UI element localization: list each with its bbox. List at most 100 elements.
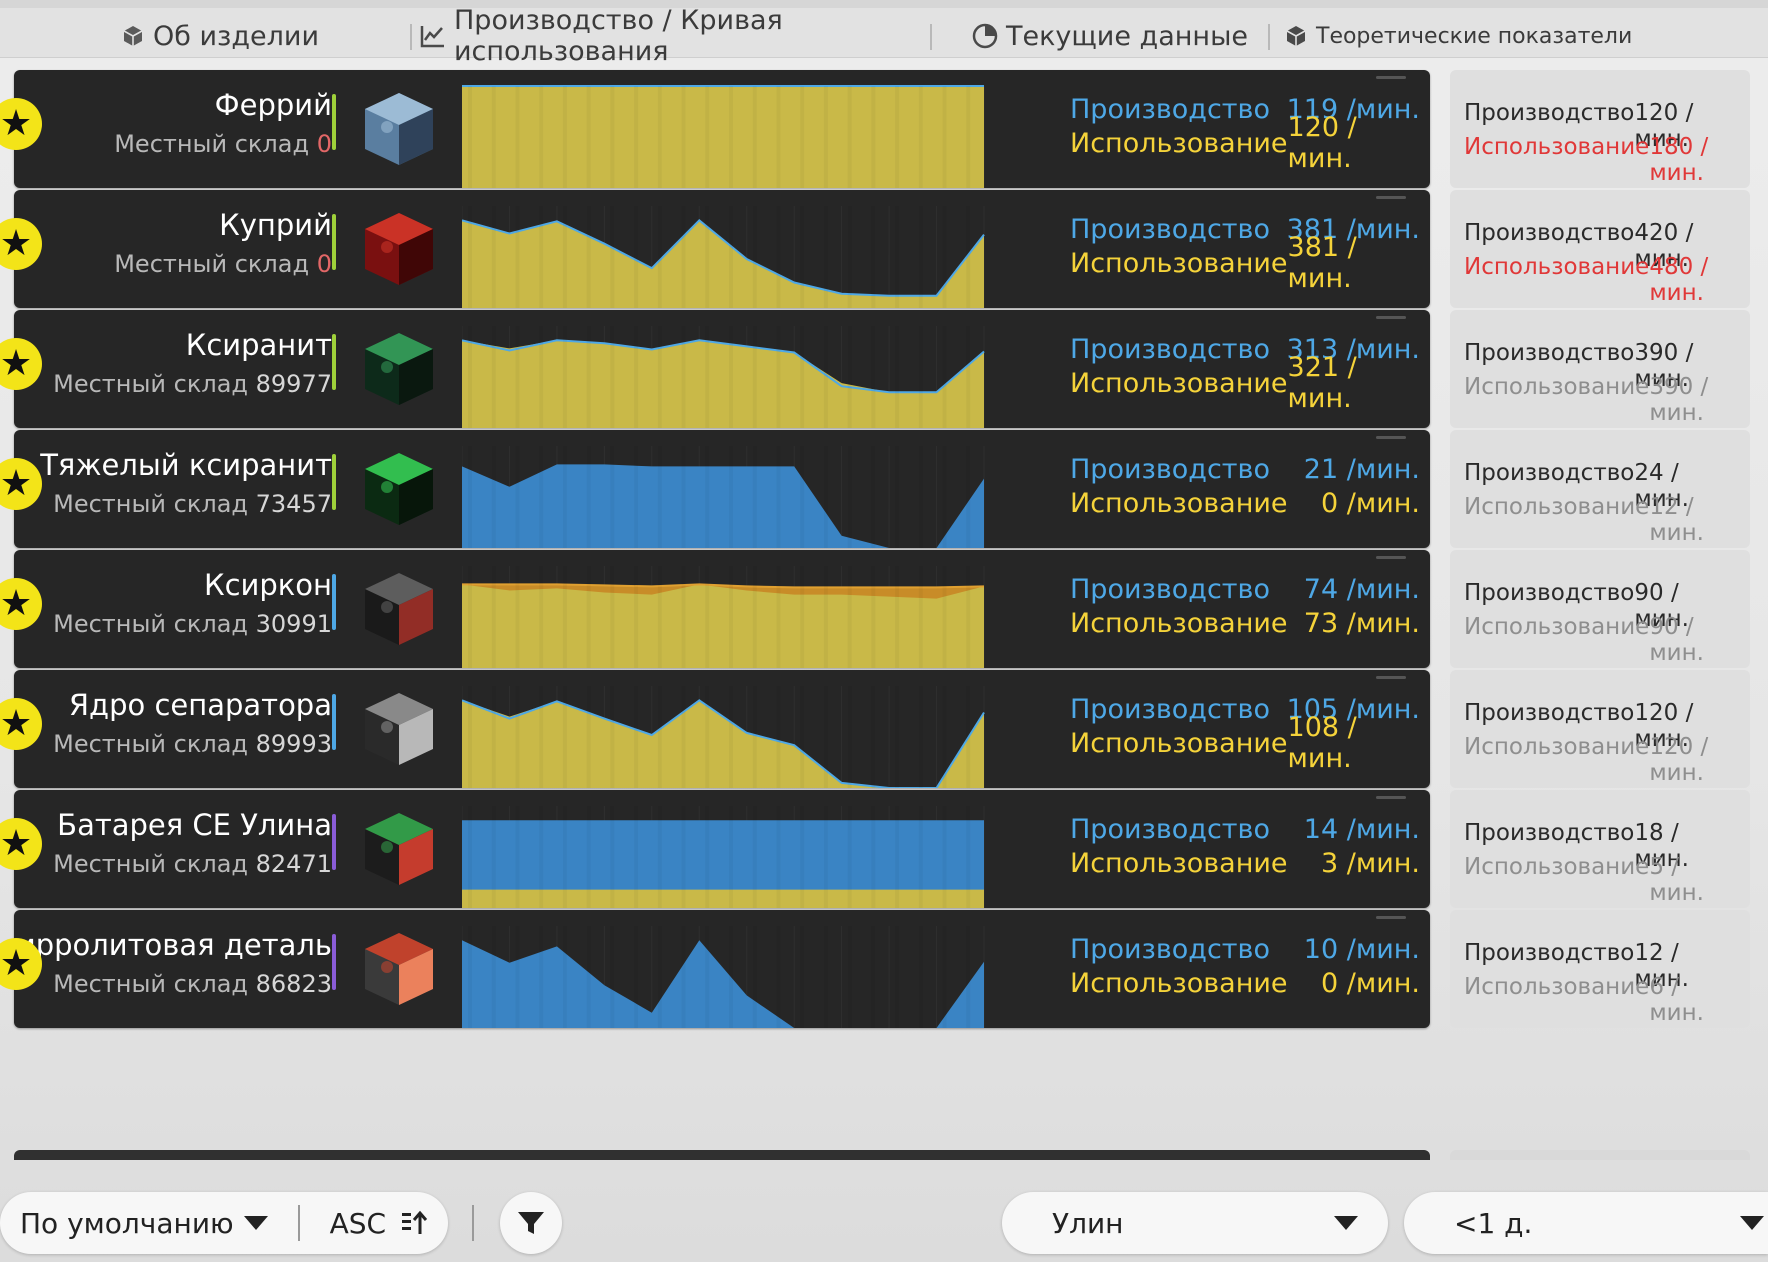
category-bar [332,214,336,270]
current-usage: Использование 73 /мин. [1070,607,1420,639]
region-dropdown[interactable]: Улин [1002,1192,1388,1254]
period-dropdown[interactable]: <1 д. [1404,1192,1768,1254]
usage-curve-svg [462,806,985,908]
item-thumbnail [350,320,448,418]
current-values: Производство 105 /мин. Использование 108… [1070,692,1420,775]
bottom-toolbar: По умолчанию ASC Улин <1 д. [0,1160,1768,1262]
list-item[interactable]: Тяжелый ксиранит Местный склад 73457 Про… [0,430,1768,550]
theoretical-values: Производство 90 /мин. Использование 90 /… [1450,550,1750,668]
current-values: Производство 119 /мин. Использование 120… [1070,92,1420,175]
item-thumbnail [350,920,448,1018]
item-name: Ядро сепаратора [68,688,332,722]
header-theoretical: Теоретические показатели [1284,16,1768,56]
chevron-down-icon [243,1216,268,1230]
line-chart-icon [420,24,446,48]
theoretical-values: Производство 390 /мин. Использование 390… [1450,310,1750,428]
current-production: Производство 74 /мин. [1070,573,1420,605]
list-item[interactable]: Куприй Местный склад 0 Производство 381 … [0,190,1768,310]
current-usage: Использование 321 /мин. [1070,352,1357,414]
sort-order-icon [400,1210,428,1236]
cube-icon [121,24,145,48]
current-values: Производство 14 /мин. Использование 3 /м… [1070,812,1420,880]
item-stock: Местный склад 73457 [53,490,332,518]
theory-usage: Использование 480 /мин. [1464,254,1709,306]
current-usage: Использование 0 /мин. [1070,967,1420,999]
drag-handle[interactable] [1376,556,1406,559]
column-header: Об изделии Производство / Кривая использ… [0,0,1768,67]
current-values: Производство 74 /мин. Использование 73 /… [1070,572,1420,640]
usage-curve-chart [462,910,1052,1028]
current-usage: Использование 120 /мин. [1070,112,1357,174]
list-item[interactable]: Пирролитовая деталь Местный склад 86823 … [0,910,1768,1030]
theoretical-values: Производство 12 /мин. Использование 6 /м… [1450,910,1750,1028]
theory-usage: Использование 180 /мин. [1464,134,1709,186]
list-item[interactable]: Батарея CE Улина Местный склад 82471 Про… [0,790,1768,910]
item-name: Куприй [219,208,332,242]
usage-curve-svg [462,85,985,188]
usage-curve-svg [462,326,985,428]
category-bar [332,574,336,630]
item-stock: Местный склад 86823 [53,970,332,998]
theoretical-values: Производство 24 /мин. Использование 12 /… [1450,430,1750,548]
item-card[interactable]: Батарея CE Улина Местный склад 82471 Про… [14,790,1430,908]
item-name: Феррий [214,88,332,122]
header-item-info: Об изделии [110,16,330,56]
current-production: Производство 14 /мин. [1070,813,1420,845]
current-production: Производство 10 /мин. [1070,933,1420,965]
item-name: Тяжелый ксиранит [40,448,332,482]
category-bar [332,934,336,990]
drag-handle[interactable] [1376,916,1406,919]
usage-curve-chart [462,70,1052,188]
item-card[interactable]: Феррий Местный склад 0 Производство 119 … [14,70,1430,188]
header-production-curve: Производство / Кривая использования [420,5,920,67]
filter-button[interactable] [500,1192,562,1254]
sort-control: По умолчанию ASC [0,1192,448,1254]
theory-usage: Использование 6 /мин. [1464,974,1704,1026]
list-item[interactable]: Ксиранит Местный склад 89977 Производств… [0,310,1768,430]
usage-curve-svg [462,566,985,668]
drag-handle[interactable] [1376,796,1406,799]
item-stock: Местный склад 89977 [53,370,332,398]
item-name: Пирролитовая деталь [14,928,332,962]
usage-curve-chart [462,670,1052,788]
drag-handle[interactable] [1376,76,1406,79]
item-thumbnail [350,560,448,658]
item-stock: Местный склад 0 [114,130,332,158]
drag-handle[interactable] [1376,316,1406,319]
theoretical-values: Производство 120 /мин. Использование 120… [1450,670,1750,788]
boxes-icon [1284,24,1308,48]
usage-curve-chart [462,430,1052,548]
category-bar [332,94,336,150]
usage-curve-chart [462,550,1052,668]
drag-handle[interactable] [1376,436,1406,439]
category-bar [332,814,336,870]
current-values: Производство 10 /мин. Использование 0 /м… [1070,932,1420,1000]
list-item[interactable]: Ядро сепаратора Местный склад 89993 Прои… [0,670,1768,790]
list-item[interactable]: Ксиркон Местный склад 30991 Производство… [0,550,1768,670]
usage-curve-chart [462,790,1052,908]
item-card[interactable]: Куприй Местный склад 0 Производство 381 … [14,190,1430,308]
item-card[interactable]: Пирролитовая деталь Местный склад 86823 … [14,910,1430,1028]
usage-curve-svg [462,206,985,308]
drag-handle[interactable] [1376,196,1406,199]
item-card[interactable]: Ядро сепаратора Местный склад 89993 Прои… [14,670,1430,788]
list-item[interactable]: Феррий Местный склад 0 Производство 119 … [0,70,1768,190]
chevron-down-icon [1740,1216,1764,1230]
header-current-data: Текущие данные [960,16,1260,56]
item-stock: Местный склад 89993 [53,730,332,758]
item-thumbnail [350,200,448,298]
current-usage: Использование 3 /мин. [1070,847,1420,879]
usage-curve-chart [462,190,1052,308]
item-card[interactable]: Тяжелый ксиранит Местный склад 73457 Про… [14,430,1430,548]
theoretical-values: Производство 18 /мин. Использование 5 /м… [1450,790,1750,908]
item-stock: Местный склад 30991 [53,610,332,638]
sort-dropdown[interactable]: По умолчанию [20,1207,268,1240]
item-thumbnail [350,680,448,778]
current-values: Производство 313 /мин. Использование 321… [1070,332,1420,415]
item-card[interactable]: Ксиранит Местный склад 89977 Производств… [14,310,1430,428]
item-card[interactable]: Ксиркон Местный склад 30991 Производство… [14,550,1430,668]
drag-handle[interactable] [1376,676,1406,679]
current-usage: Использование 381 /мин. [1070,232,1357,294]
order-toggle[interactable]: ASC [330,1207,428,1240]
current-production: Производство 21 /мин. [1070,453,1420,485]
